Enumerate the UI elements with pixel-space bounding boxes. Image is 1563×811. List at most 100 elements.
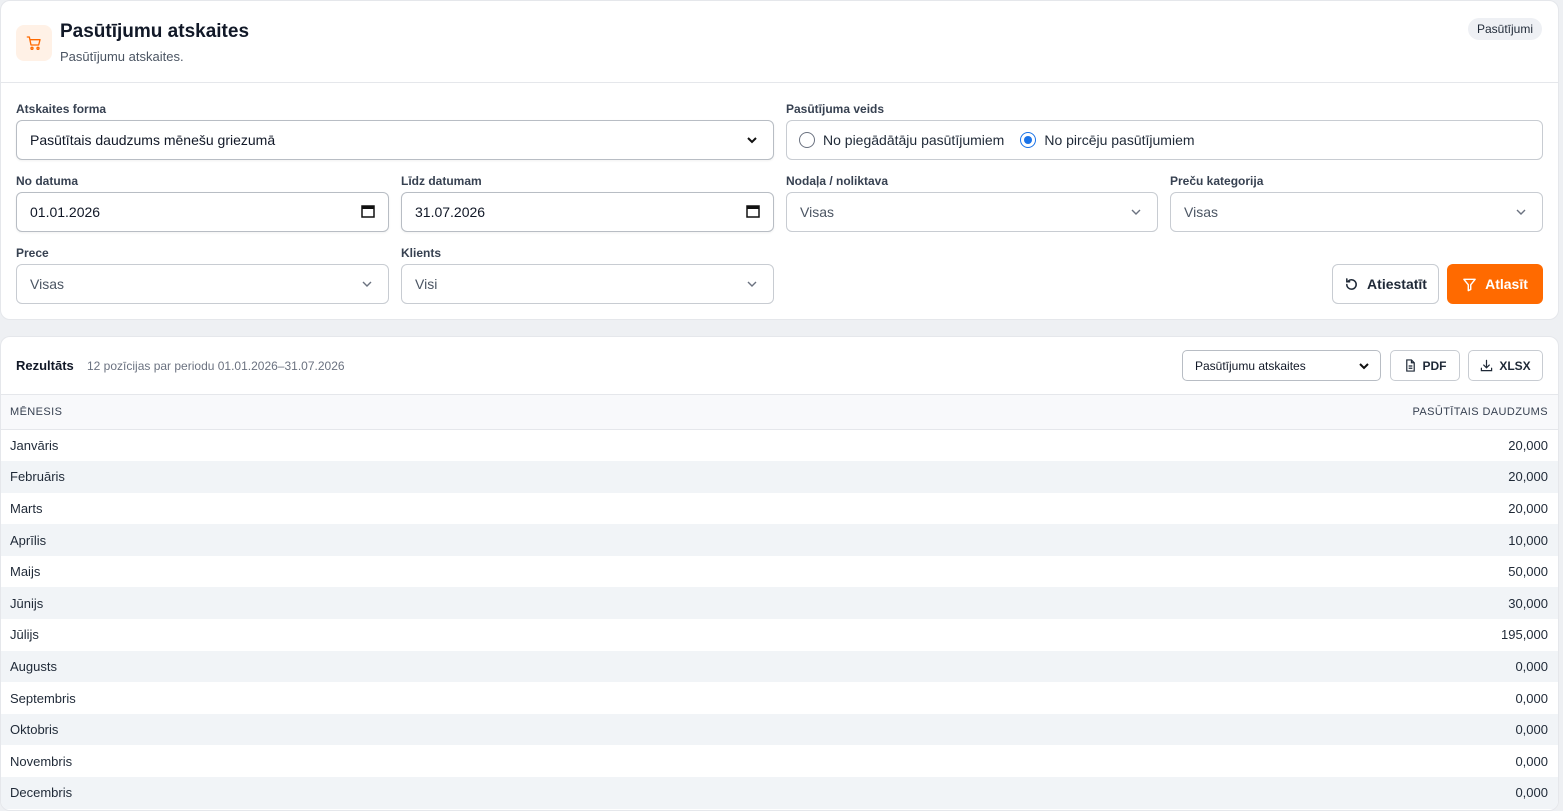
cart-icon	[16, 25, 52, 61]
cell-quantity: 30,000	[546, 587, 1558, 620]
radio-checked-icon	[1020, 132, 1037, 148]
export-template-select[interactable]: Pasūtījumu atskaites	[1182, 350, 1381, 381]
page-header: Pasūtījumu atskaites Pasūtījumu atskaite…	[1, 1, 1558, 83]
cell-month: Aprīlis	[1, 524, 547, 556]
cell-month: Marts	[10, 500, 43, 516]
table-row: Marts 20,000	[1, 493, 1558, 525]
page-title: Pasūtījumu atskaites	[60, 21, 250, 42]
cell-quantity: 0,000	[546, 777, 1558, 809]
cell-month: Maijs	[10, 564, 41, 580]
radio-customer-orders[interactable]: No pircēju pasūtījumiem	[1020, 132, 1195, 148]
xlsx-label: XLSX	[1499, 358, 1531, 373]
apply-filter-button[interactable]: Atlasīt	[1447, 264, 1543, 304]
date-to-label: Līdz datumam	[401, 174, 482, 188]
table-header-row: MĒNESIS PASŪTĪTAIS DAUDZUMS	[1, 394, 1558, 430]
apply-button-label: Atlasīt	[1485, 276, 1528, 292]
department-label: Nodaļa / noliktava	[786, 174, 889, 188]
reset-icon	[1346, 277, 1357, 290]
product-value: Visas	[30, 276, 64, 292]
cell-month: Februāris	[1, 461, 547, 493]
client-select[interactable]: Visi	[401, 264, 774, 304]
cell-quantity: 195,000	[1501, 627, 1548, 643]
product-select[interactable]: Visas	[16, 264, 389, 304]
date-from-input[interactable]: 01.01.2026	[16, 192, 389, 232]
cell-quantity: 10,000	[546, 524, 1558, 556]
client-label: Klients	[401, 246, 442, 260]
calendar-icon[interactable]	[746, 204, 760, 221]
column-header-month: MĒNESIS	[1, 394, 547, 430]
table-row: Maijs 50,000	[1, 556, 1558, 588]
radio-label: No pircēju pasūtījumiem	[1044, 132, 1195, 148]
cell-month: Novembris	[10, 753, 73, 769]
cell-quantity: 0,000	[1515, 690, 1548, 706]
results-card: Rezultāts 12 pozīcijas par periodu 01.01…	[0, 336, 1559, 811]
filter-card: Pasūtījumu atskaites Pasūtījumu atskaite…	[0, 0, 1559, 320]
category-select[interactable]: Visas	[1170, 192, 1543, 232]
category-label: Preču kategorija	[1170, 174, 1264, 188]
date-to-value: 31.07.2026	[415, 204, 486, 220]
cell-month: Augusts	[1, 650, 547, 683]
date-from-label: No datuma	[16, 174, 79, 188]
filter-icon	[1463, 278, 1476, 291]
table-row: Aprīlis 10,000	[1, 524, 1558, 556]
column-header-quantity: PASŪTĪTAIS DAUDZUMS	[546, 394, 1558, 430]
table-row: Jūlijs 195,000	[1, 619, 1558, 651]
results-meta: 12 pozīcijas par periodu 01.01.2026–31.0…	[87, 359, 345, 373]
table-row: Septembris 0,000	[1, 682, 1558, 714]
cell-quantity: 20,000	[1508, 500, 1548, 516]
department-select[interactable]: Visas	[786, 192, 1158, 232]
category-value: Visas	[1184, 204, 1218, 220]
chevron-down-icon	[361, 277, 375, 291]
cell-month: Oktobris	[1, 713, 547, 746]
cell-month: Jūnijs	[1, 587, 547, 620]
table-row: Janvāris 20,000	[1, 430, 1558, 462]
calendar-icon[interactable]	[361, 204, 375, 221]
pdf-label: PDF	[1422, 358, 1447, 373]
table-row: Augusts 0,000	[1, 650, 1558, 683]
department-value: Visas	[800, 204, 834, 220]
export-template-value: Pasūtījumu atskaites	[1195, 358, 1306, 373]
cell-month: Decembris	[1, 777, 547, 809]
section-badge: Pasūtījumi	[1467, 18, 1542, 40]
report-form-select[interactable]: Pasūtītais daudzums mēnešu griezumā	[16, 120, 774, 160]
document-icon	[1405, 359, 1415, 372]
chevron-down-icon	[746, 277, 760, 291]
cell-month: Septembris	[10, 690, 76, 706]
table-row: Oktobris 0,000	[1, 713, 1558, 746]
reset-button[interactable]: Atiestatīt	[1332, 264, 1439, 304]
client-value: Visi	[415, 276, 438, 292]
cell-month: Janvāris	[10, 438, 59, 454]
radio-unchecked-icon	[799, 132, 815, 148]
cell-quantity: 20,000	[546, 461, 1558, 493]
product-label: Prece	[16, 246, 49, 260]
order-type-radio-group: No piegādātāju pasūtījumiem No pircēju p…	[786, 120, 1543, 160]
table-row: Februāris 20,000	[1, 461, 1558, 493]
export-pdf-button[interactable]: PDF	[1390, 350, 1460, 381]
results-title: Rezultāts	[16, 358, 74, 373]
order-type-label: Pasūtījuma veids	[786, 102, 885, 116]
table-row: Novembris 0,000	[1, 745, 1558, 777]
download-icon	[1481, 359, 1493, 372]
date-to-input[interactable]: 31.07.2026	[401, 192, 774, 232]
cell-month: Jūlijs	[10, 627, 39, 643]
chevron-down-icon	[746, 133, 760, 147]
export-xlsx-button[interactable]: XLSX	[1468, 350, 1543, 381]
chevron-down-icon	[1130, 205, 1144, 219]
cell-quantity: 0,000	[546, 650, 1558, 683]
chevron-down-icon	[1358, 359, 1372, 373]
report-form-label: Atskaites forma	[16, 102, 107, 116]
page-subtitle: Pasūtījumu atskaites.	[60, 49, 184, 64]
cell-quantity: 20,000	[1508, 438, 1548, 454]
table-row: Decembris 0,000	[1, 777, 1558, 809]
cell-quantity: 50,000	[1508, 564, 1548, 580]
table-row: Jūnijs 30,000	[1, 587, 1558, 620]
radio-label: No piegādātāju pasūtījumiem	[823, 132, 1005, 148]
radio-supplier-orders[interactable]: No piegādātāju pasūtījumiem	[799, 132, 1004, 148]
report-form-value: Pasūtītais daudzums mēnešu griezumā	[30, 132, 276, 148]
cell-quantity: 0,000	[1515, 753, 1548, 769]
results-table: MĒNESIS PASŪTĪTAIS DAUDZUMS Janvāris 20,0…	[1, 394, 1558, 809]
cell-quantity: 0,000	[546, 713, 1558, 746]
date-from-value: 01.01.2026	[30, 204, 101, 220]
chevron-down-icon	[1515, 205, 1529, 219]
reset-button-label: Atiestatīt	[1367, 276, 1427, 292]
